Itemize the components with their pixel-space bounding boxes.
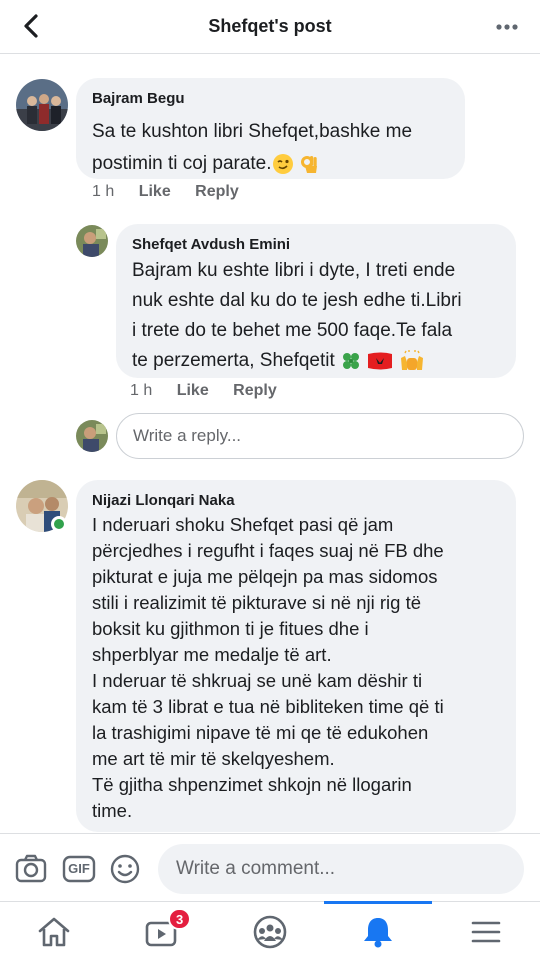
comment-line: la trashigimi nipave të mi qe të edukohe… (92, 722, 429, 743)
comment-author[interactable]: Nijazi Llonqari Naka (92, 492, 235, 509)
more-horizontal-icon[interactable] (494, 14, 520, 40)
camera-icon[interactable] (14, 852, 48, 886)
tab-notifications[interactable] (324, 901, 432, 960)
comment-composer: GIF (0, 833, 540, 901)
notifications-bell-icon (364, 918, 392, 948)
reply-button[interactable]: Reply (233, 382, 277, 399)
comment-line: time. (92, 800, 133, 821)
menu-icon (471, 921, 501, 943)
comment-bubble[interactable]: Nijazi Llonqari Naka I nderuari shoku Sh… (76, 480, 516, 832)
comment-bubble[interactable]: Bajram Begu Sa te kushton libri Shefqet,… (76, 78, 465, 179)
comment-line: stili i realizimit të pikturave si në nj… (92, 592, 421, 613)
comment-actions: 1 h Like Reply (130, 382, 297, 400)
home-icon (38, 917, 70, 947)
comment-line: përcjedhes i regufht i faqes suaj në FB … (92, 540, 444, 561)
notification-badge: 3 (168, 908, 192, 930)
comment-line: kam të 3 librat e tua në bibliteken time… (92, 696, 444, 717)
online-status-dot (51, 516, 67, 532)
comment-line: nuk eshte dal ku do te jesh edhe ti.Libr… (132, 290, 462, 311)
comment-input-container[interactable] (158, 844, 524, 894)
groups-icon (253, 915, 287, 949)
comment-time: 1 h (92, 183, 115, 200)
tab-home[interactable] (0, 902, 108, 960)
comment-line: shperblyar me medalje të art. (92, 644, 332, 665)
avatar (76, 420, 108, 452)
comment-text: I nderuari shoku Shefqet pasi që jam për… (92, 512, 502, 824)
avatar[interactable] (16, 79, 68, 131)
comment-actions: 1 h Like Reply (92, 183, 259, 201)
winking-face-emoji (272, 153, 293, 174)
like-button[interactable]: Like (177, 382, 209, 399)
comment-text: Bajram ku eshte libri i dyte, I treti en… (132, 256, 502, 376)
comment-line: postimin ti coj parate. (92, 153, 272, 174)
bottom-tab-bar: 3 (0, 901, 540, 960)
tab-menu[interactable] (432, 902, 540, 960)
raising-hands-emoji (400, 349, 423, 370)
page-title: Shefqet's post (208, 16, 332, 36)
gif-icon[interactable]: GIF (62, 852, 96, 886)
comment-line: I nderuar të shkruaj se unë kam dëshir t… (92, 670, 423, 691)
avatar[interactable] (76, 225, 108, 257)
comment-text: Sa te kushton libri Shefqet,bashke me po… (92, 116, 451, 180)
albania-flag-emoji (368, 352, 393, 370)
tab-video[interactable]: 3 (108, 902, 216, 960)
comment-line: te perzemerta, Shefqetit (132, 350, 335, 371)
comments-feed[interactable]: Bajram Begu Sa te kushton libri Shefqet,… (0, 55, 540, 833)
gif-label: GIF (68, 861, 90, 876)
comment-author[interactable]: Bajram Begu (92, 90, 185, 107)
ok-hand-emoji (300, 155, 317, 173)
comment-line: pikturat e juja me pëlqejn pa mas sidomo… (92, 566, 438, 587)
four-leaf-clover-emoji (343, 352, 360, 369)
like-button[interactable]: Like (139, 183, 171, 200)
comment-input[interactable] (158, 844, 524, 894)
comment-bubble[interactable]: Shefqet Avdush Emini Bajram ku eshte lib… (116, 224, 516, 378)
reply-input-container[interactable] (116, 413, 524, 459)
comment-line: I nderuari shoku Shefqet pasi që jam (92, 514, 394, 535)
comment-line: i trete do te behet me 500 faqe.Te fala (132, 320, 453, 341)
reply-input[interactable] (117, 414, 523, 458)
comment-line: me art të mir të skelqyeshem. (92, 748, 335, 769)
post-header: Shefqet's post (0, 0, 540, 54)
reply-button[interactable]: Reply (195, 183, 239, 200)
comment-line: Bajram ku eshte libri i dyte, I treti en… (132, 260, 456, 281)
comment-time: 1 h (130, 382, 153, 399)
emoji-smile-icon[interactable] (108, 852, 142, 886)
comment-line: Sa te kushton libri Shefqet,bashke me (92, 121, 413, 142)
comment-line: Të gjitha shpenzimet shkojn në llogarin (92, 774, 412, 795)
comment-line: boksit ku gjithmon ti je fitues dhe i (92, 618, 369, 639)
comment-author[interactable]: Shefqet Avdush Emini (132, 236, 290, 253)
tab-groups[interactable] (216, 902, 324, 960)
